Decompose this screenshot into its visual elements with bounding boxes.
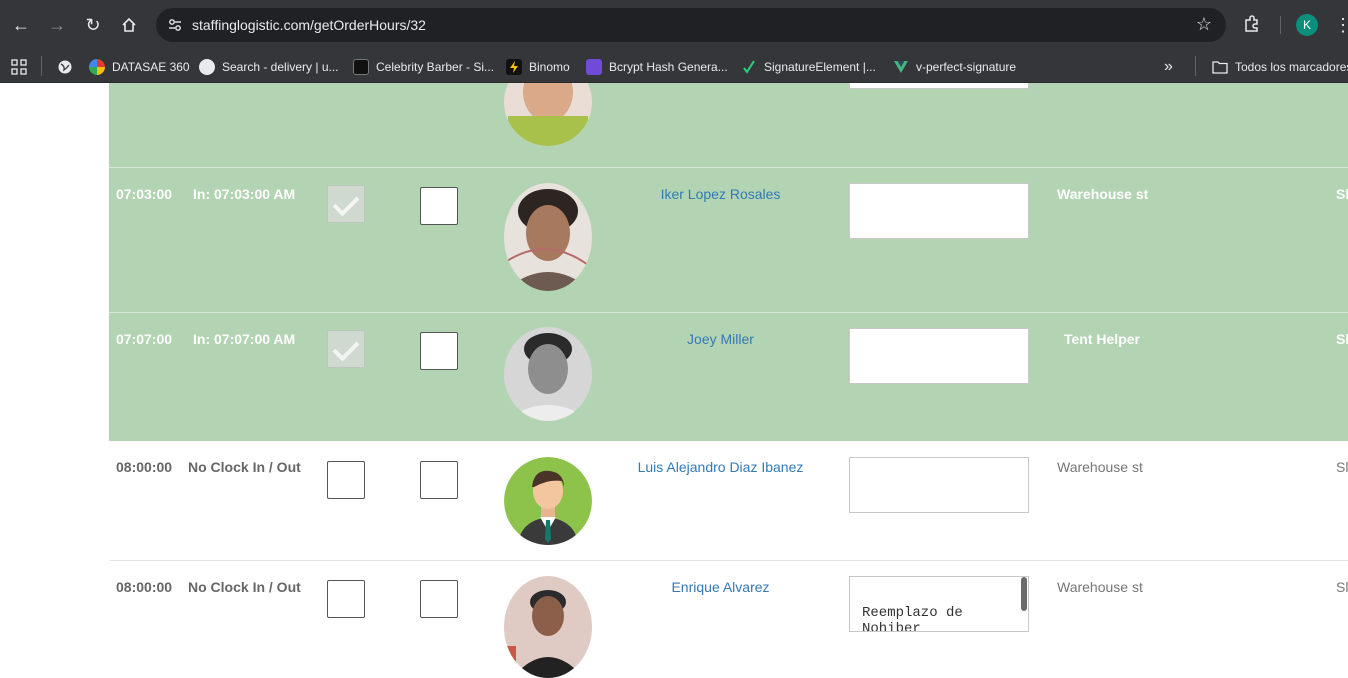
- truncated-column-text: Sl: [1336, 459, 1348, 475]
- bookmark-datasae[interactable]: DATASAE 360: [89, 57, 190, 77]
- scheduled-time: 07:03:00: [116, 186, 173, 202]
- bookmarks-bar: DATASAE 360 Search - delivery | u... Cel…: [0, 50, 1348, 83]
- confirm-checkbox[interactable]: [420, 580, 458, 618]
- vue-logo-icon: [893, 59, 909, 75]
- more-bookmarks-chevron-icon[interactable]: »: [1164, 57, 1173, 77]
- bookmark-vue-signature[interactable]: v-perfect-signature: [893, 57, 1016, 77]
- bookmarks-divider-2: [1195, 56, 1196, 76]
- worker-name-link[interactable]: Luis Alejandro Diaz Ibanez: [629, 459, 812, 475]
- toolbar-divider: [1280, 16, 1281, 34]
- notes-input[interactable]: [849, 576, 1029, 632]
- table-row-partial: [109, 83, 1348, 167]
- order-hours-page: 07:03:00 In: 07:03:00 AM Iker Lopez Rosa…: [0, 83, 1348, 678]
- truncated-column-text: Sl: [1336, 331, 1348, 347]
- position-label: Warehouse st: [1057, 579, 1143, 595]
- table-row: 08:00:00 No Clock In / Out Enrique Alvar…: [109, 561, 1348, 678]
- bookmark-celebrity-barber[interactable]: Celebrity Barber - Si...: [353, 57, 494, 77]
- extensions-puzzle-icon[interactable]: [1242, 14, 1262, 34]
- url-text: staffinglogistic.com/getOrderHours/32: [192, 17, 426, 33]
- worker-name-link[interactable]: Enrique Alvarez: [629, 579, 812, 595]
- bookmark-signature-element[interactable]: SignatureElement |...: [741, 57, 876, 77]
- clock-status: No Clock In / Out: [188, 459, 301, 475]
- worker-photo: [504, 83, 592, 146]
- scheduled-time: 07:07:00: [116, 331, 173, 347]
- apps-grid-icon[interactable]: [11, 57, 27, 77]
- signature-element-icon: [741, 59, 757, 75]
- worker-name-link[interactable]: Iker Lopez Rosales: [629, 186, 812, 202]
- confirm-checkbox[interactable]: [420, 461, 458, 499]
- forward-arrow-icon[interactable]: →: [44, 12, 70, 38]
- table-row: 07:03:00 In: 07:03:00 AM Iker Lopez Rosa…: [109, 168, 1348, 312]
- search-delivery-icon: [199, 59, 215, 75]
- notes-scrollbar[interactable]: [1021, 577, 1027, 611]
- bookmark-star-icon[interactable]: ☆: [1196, 14, 1212, 35]
- notes-input[interactable]: [849, 183, 1029, 239]
- profile-avatar[interactable]: K: [1296, 14, 1318, 36]
- binomo-icon: [506, 59, 522, 75]
- celebrity-barber-icon: [353, 59, 369, 75]
- worker-photo: [504, 327, 592, 421]
- bcrypt-icon: [586, 59, 602, 75]
- worker-photo: [504, 183, 592, 291]
- bookmark-search-delivery[interactable]: Search - delivery | u...: [199, 57, 339, 77]
- address-bar[interactable]: staffinglogistic.com/getOrderHours/32 ☆: [156, 8, 1226, 42]
- home-icon[interactable]: [116, 12, 142, 38]
- clock-status: No Clock In / Out: [188, 579, 301, 595]
- scheduled-time: 08:00:00: [116, 459, 173, 475]
- table-row: 08:00:00 No Clock In / Out Luis Alejandr…: [109, 441, 1348, 560]
- bookmark-bcrypt[interactable]: Bcrypt Hash Genera...: [586, 57, 728, 77]
- position-label: Warehouse st: [1057, 186, 1149, 202]
- attendance-checkbox[interactable]: [327, 580, 365, 618]
- attendance-checkbox[interactable]: [327, 461, 365, 499]
- scheduled-time: 08:00:00: [116, 579, 173, 595]
- clock-status: In: 07:07:00 AM: [193, 331, 296, 347]
- datasae-icon: [89, 59, 105, 75]
- worker-photo: [504, 576, 592, 678]
- worker-avatar-placeholder: [504, 457, 592, 545]
- bookmarks-divider: [41, 56, 42, 76]
- position-label: Tent Helper: [1064, 331, 1140, 347]
- more-menu-icon[interactable]: ⋮: [1334, 12, 1348, 38]
- globe-icon[interactable]: [57, 57, 73, 77]
- confirm-checkbox[interactable]: [420, 187, 458, 225]
- worker-name-link[interactable]: Joey Miller: [629, 331, 812, 347]
- reload-icon[interactable]: ↻: [80, 12, 106, 38]
- notes-input[interactable]: [849, 457, 1029, 513]
- browser-toolbar: ← → ↻ staffinglogistic.com/getOrderHours…: [0, 0, 1348, 50]
- back-arrow-icon[interactable]: ←: [8, 12, 34, 38]
- site-info-icon[interactable]: [166, 16, 184, 34]
- truncated-column-text: Sl: [1336, 579, 1348, 595]
- truncated-column-text: Sl: [1336, 186, 1348, 202]
- attendance-checkbox: [327, 330, 365, 368]
- clock-status: In: 07:03:00 AM: [193, 186, 296, 202]
- all-bookmarks-folder[interactable]: Todos los marcadores: [1212, 57, 1348, 77]
- position-label: Warehouse st: [1057, 459, 1143, 475]
- notes-input[interactable]: [849, 83, 1029, 89]
- notes-input[interactable]: [849, 328, 1029, 384]
- confirm-checkbox[interactable]: [420, 332, 458, 370]
- table-row: 07:07:00 In: 07:07:00 AM Joey Miller Ten…: [109, 313, 1348, 441]
- attendance-checkbox: [327, 185, 365, 223]
- bookmark-binomo[interactable]: Binomo: [506, 57, 570, 77]
- folder-icon: [1212, 61, 1228, 74]
